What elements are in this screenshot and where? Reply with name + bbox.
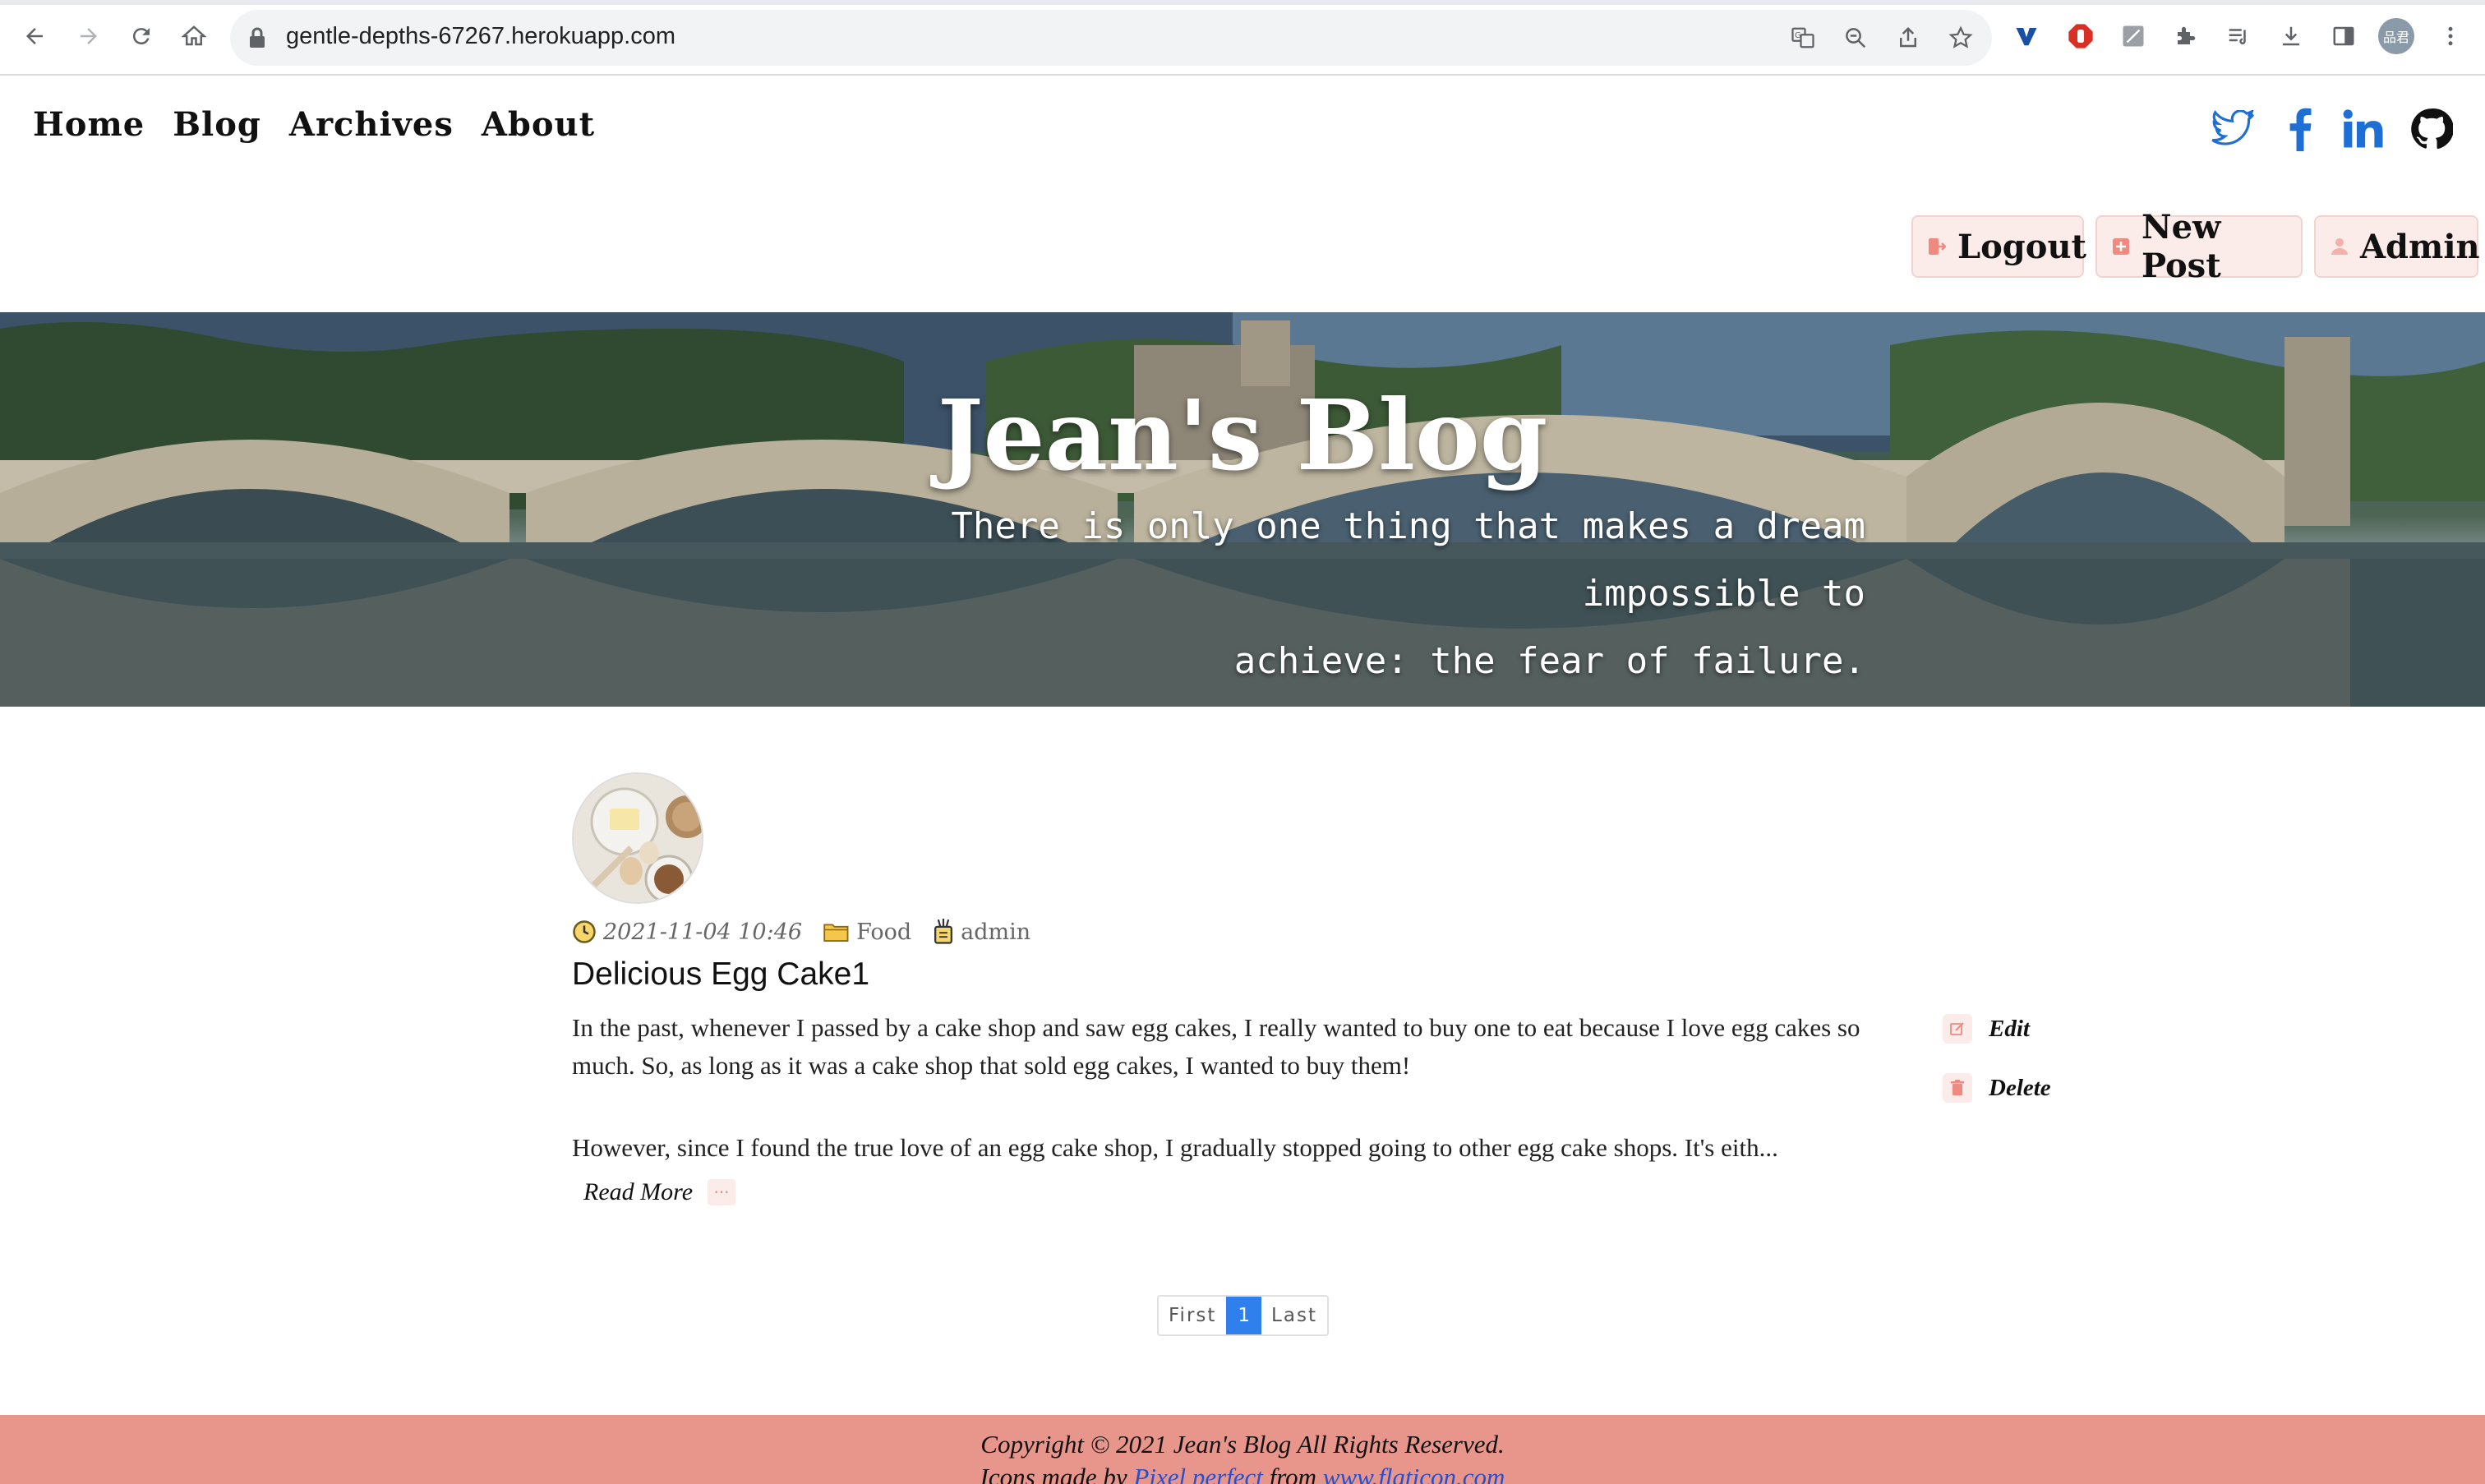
post-date-text: 2021-11-04 10:46 bbox=[603, 919, 803, 945]
post-category[interactable]: Food bbox=[823, 919, 911, 945]
extension-v-icon[interactable] bbox=[2010, 20, 2043, 53]
logout-icon bbox=[1928, 237, 1946, 256]
credits-author-link[interactable]: Pixel perfect bbox=[1133, 1463, 1263, 1484]
hero-banner: Jean's Blog There is only one thing that… bbox=[0, 312, 2485, 707]
delete-button[interactable]: Delete bbox=[1943, 1073, 2051, 1103]
tab-strip bbox=[0, 0, 2485, 5]
nav-home[interactable]: Home bbox=[33, 105, 145, 144]
github-icon[interactable] bbox=[2408, 105, 2455, 153]
facebook-icon[interactable] bbox=[2276, 105, 2324, 153]
blog-title: Jean's Blog bbox=[937, 378, 1548, 492]
tagline-line-2: achieve: the fear of failure. bbox=[1233, 640, 1865, 682]
post-excerpt: In the past, whenever I passed by a cake… bbox=[572, 1009, 1920, 1211]
post-title[interactable]: Delicious Egg Cake1 bbox=[572, 956, 869, 993]
clock-icon bbox=[573, 920, 596, 943]
folder-icon bbox=[823, 924, 849, 942]
icon-credits: Icons made by Pixel perfect from www.fla… bbox=[0, 1463, 2485, 1484]
reading-list-icon[interactable] bbox=[2222, 20, 2255, 53]
extensions-puzzle-icon[interactable] bbox=[2169, 20, 2202, 53]
read-more-link[interactable]: Read More ··· bbox=[583, 1178, 736, 1206]
url-text: gentle-depths-67267.herokuapp.com bbox=[286, 23, 675, 49]
back-button[interactable] bbox=[16, 18, 53, 54]
extension-note-icon[interactable] bbox=[2117, 20, 2150, 53]
credits-prefix: Icons made by bbox=[980, 1463, 1134, 1484]
forward-button[interactable] bbox=[71, 18, 107, 54]
egg-cake-photo bbox=[574, 774, 702, 902]
reload-button[interactable] bbox=[123, 18, 159, 54]
new-post-label: New Post bbox=[2142, 208, 2221, 285]
logout-label: Logout bbox=[1957, 227, 2087, 266]
nav-about[interactable]: About bbox=[482, 105, 595, 144]
edit-button[interactable]: Edit bbox=[1943, 1014, 2030, 1044]
site-navigation: Home Blog Archives About bbox=[33, 105, 595, 144]
side-panel-icon[interactable] bbox=[2327, 20, 2360, 53]
bookmark-star-icon[interactable] bbox=[1946, 23, 1976, 53]
page-last[interactable]: Last bbox=[1261, 1297, 1327, 1334]
post-thumbnail[interactable] bbox=[572, 772, 703, 904]
twitter-icon[interactable] bbox=[2209, 105, 2257, 153]
download-icon[interactable] bbox=[2275, 20, 2308, 53]
post-meta: 2021-11-04 10:46 Food admin bbox=[572, 914, 1052, 950]
excerpt-paragraph-1: In the past, whenever I passed by a cake… bbox=[572, 1013, 1860, 1080]
svg-text:G: G bbox=[1795, 31, 1801, 40]
zoom-icon[interactable] bbox=[1841, 23, 1870, 53]
forward-arrow-icon bbox=[81, 28, 97, 44]
menu-kebab-icon[interactable] bbox=[2434, 20, 2467, 53]
excerpt-paragraph-2: However, since I found the true love of … bbox=[572, 1133, 1778, 1162]
home-button[interactable] bbox=[176, 18, 212, 54]
logout-button[interactable]: Logout bbox=[1911, 215, 2087, 278]
page-first[interactable]: First bbox=[1159, 1297, 1226, 1334]
trash-icon bbox=[1943, 1073, 1972, 1103]
add-icon bbox=[2112, 237, 2130, 256]
nav-archives[interactable]: Archives bbox=[289, 105, 454, 144]
tagline-line-1: There is only one thing that makes a dre… bbox=[951, 505, 1865, 615]
credits-site-link[interactable]: www.flaticon.com bbox=[1323, 1463, 1505, 1484]
copyright-text: Copyright © 2021 Jean's Blog All Rights … bbox=[980, 1430, 1505, 1459]
blog-tagline: There is only one thing that makes a dre… bbox=[715, 493, 1865, 695]
browser-toolbar: gentle-depths-67267.herokuapp.com G 品君 bbox=[0, 0, 2485, 76]
address-bar[interactable]: gentle-depths-67267.herokuapp.com G bbox=[230, 10, 1992, 66]
edit-icon bbox=[1943, 1014, 1972, 1044]
author-icon bbox=[934, 919, 953, 944]
home-icon bbox=[182, 25, 206, 46]
post-category-text: Food bbox=[856, 919, 912, 945]
lock-icon bbox=[248, 26, 266, 53]
more-dots-icon: ··· bbox=[708, 1179, 736, 1205]
post-author[interactable]: admin bbox=[933, 919, 1030, 945]
site-footer: Copyright © 2021 Jean's Blog All Rights … bbox=[0, 1415, 2485, 1484]
delete-label: Delete bbox=[1989, 1074, 2051, 1101]
adblock-icon[interactable] bbox=[2064, 20, 2097, 53]
linkedin-icon[interactable] bbox=[2340, 105, 2388, 153]
translate-icon[interactable]: G bbox=[1788, 23, 1818, 53]
edit-label: Edit bbox=[1989, 1015, 2030, 1042]
pagination: First 1 Last bbox=[1157, 1295, 1329, 1336]
post-author-text: admin bbox=[961, 919, 1031, 945]
reload-icon bbox=[132, 28, 150, 45]
share-icon[interactable] bbox=[1893, 23, 1923, 53]
user-icon bbox=[2331, 237, 2349, 256]
admin-label: Admin bbox=[2360, 227, 2480, 266]
post-date: 2021-11-04 10:46 bbox=[572, 919, 802, 945]
nav-blog[interactable]: Blog bbox=[173, 105, 261, 144]
back-arrow-icon bbox=[26, 28, 43, 44]
profile-avatar[interactable]: 品君 bbox=[2378, 18, 2414, 54]
read-more-label: Read More bbox=[583, 1178, 694, 1205]
credits-mid: from bbox=[1262, 1463, 1323, 1484]
page-current[interactable]: 1 bbox=[1226, 1297, 1262, 1334]
admin-button[interactable]: Admin bbox=[2314, 215, 2480, 278]
new-post-button[interactable]: New Post bbox=[2095, 208, 2303, 285]
